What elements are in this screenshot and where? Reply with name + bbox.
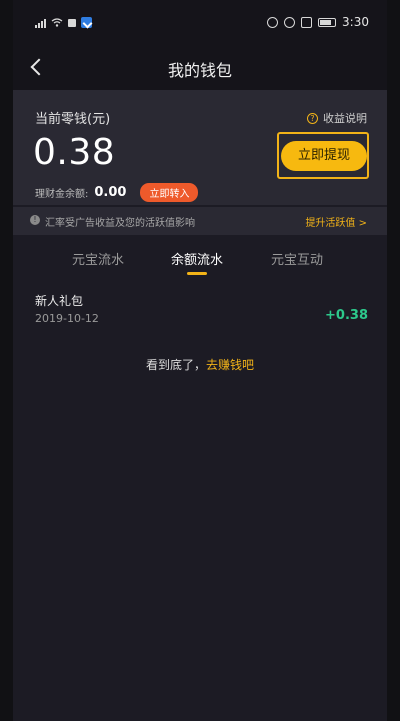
status-bar-left (35, 17, 92, 28)
finance-label: 理财金余额: (35, 189, 89, 200)
tab-ingot-flow[interactable]: 元宝流水 (72, 249, 124, 268)
wifi-icon (51, 18, 63, 27)
nfc-icon (267, 16, 279, 28)
earn-money-link[interactable]: 去赚钱吧 (206, 358, 254, 372)
income-info-link[interactable]: ? 收益说明 (307, 110, 367, 126)
tab-bar: 元宝流水 余额流水 元宝互动 (13, 245, 387, 275)
withdraw-button[interactable]: 立即提现 (281, 141, 367, 171)
question-icon: ? (307, 112, 318, 124)
app-notify-icon (81, 17, 92, 28)
vibrate-icon (301, 16, 313, 28)
wallet-screen: 3:30 我的钱包 当前零钱(元) 0.38 ? 收益说明 立即提现 理财金余额… (13, 0, 387, 721)
signal-icon (35, 18, 46, 28)
record-amount: +0.38 (325, 308, 368, 323)
nav-header: 我的钱包 (13, 44, 387, 90)
finance-row: 理财金余额: 0.00 立即转入 (35, 183, 199, 202)
status-bar-right: 3:30 (267, 15, 369, 29)
notice-bar: ! 汇率受广告收益及您的活跃值影响 提升活跃值 > (13, 207, 387, 235)
info-icon: ! (30, 215, 40, 225)
status-bar: 3:30 (13, 0, 387, 44)
end-of-list-text: 看到底了， (145, 358, 206, 372)
notice-text: 汇率受广告收益及您的活跃值影响 (45, 218, 195, 229)
battery-icon (318, 17, 337, 27)
alarm-icon (284, 16, 296, 28)
end-of-list-message: 看到底了，去赚钱吧 (13, 356, 387, 373)
tab-balance-flow[interactable]: 余额流水 (171, 249, 223, 268)
balance-card: 当前零钱(元) 0.38 ? 收益说明 立即提现 理财金余额: 0.00 立即转… (13, 90, 387, 205)
active-tab-indicator (187, 272, 207, 275)
record-date: 2019-10-12 (35, 312, 99, 325)
income-info-label: 收益说明 (323, 112, 367, 125)
status-time: 3:30 (342, 15, 369, 29)
page-title: 我的钱包 (167, 61, 232, 80)
notification-icon (68, 18, 76, 27)
finance-amount: 0.00 (94, 185, 127, 200)
balance-label: 当前零钱(元) (35, 112, 111, 127)
tab-ingot-interaction[interactable]: 元宝互动 (271, 249, 323, 268)
transfer-button[interactable]: 立即转入 (140, 183, 199, 202)
record-title: 新人礼包 (35, 294, 84, 308)
balance-value: 0.38 (33, 132, 116, 173)
boost-activity-link[interactable]: 提升活跃值 > (305, 214, 367, 229)
